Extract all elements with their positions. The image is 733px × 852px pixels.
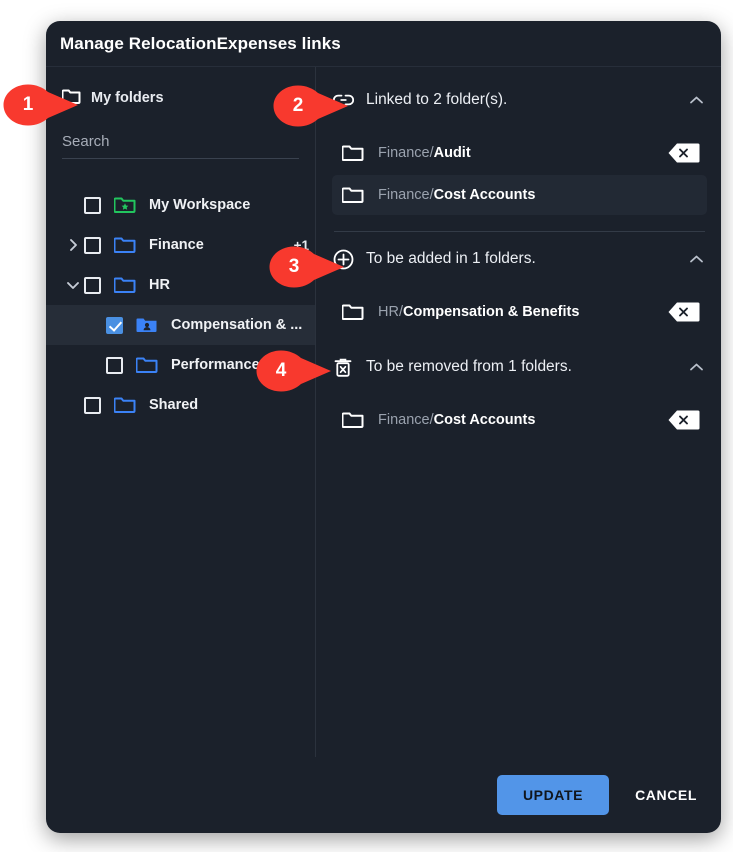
remove-link-button[interactable] <box>667 301 701 323</box>
folder-name: Cost Accounts <box>433 412 536 428</box>
plus-circle-icon <box>332 249 354 270</box>
section-to-add-header[interactable]: To be added in 1 folders. <box>332 242 707 276</box>
folder-parent: Finance/ <box>378 187 434 203</box>
update-button[interactable]: UPDATE <box>496 775 610 815</box>
folder-icon <box>342 144 364 162</box>
links-summary-panel: Linked to 2 folder(s). Finance/Audit Fin… <box>316 67 721 757</box>
section-linked-header[interactable]: Linked to 2 folder(s). <box>332 83 707 117</box>
folder-path: Finance/Audit <box>378 145 667 161</box>
folder-name: Cost Accounts <box>433 187 536 203</box>
folder-icon <box>342 186 364 204</box>
folder-icon <box>136 356 158 374</box>
tree-row-label: My Workspace <box>149 197 251 213</box>
folder-icon <box>114 276 136 294</box>
tree-row-label: Shared <box>149 397 199 413</box>
tree-row-label: Performance Ma... <box>171 357 296 373</box>
my-folders-label: My folders <box>91 90 164 106</box>
folder-path: Finance/Cost Accounts <box>378 187 701 203</box>
folder-icon <box>114 396 136 414</box>
remove-link-button[interactable] <box>667 409 701 431</box>
folder-icon <box>342 411 364 429</box>
folder-path: Finance/Cost Accounts <box>378 412 667 428</box>
folder-path: HR/Compensation & Benefits <box>378 304 667 320</box>
tree-row-label: Compensation & ... <box>171 317 303 333</box>
section-title: To be removed from 1 folders. <box>366 358 572 375</box>
tree-row[interactable]: Shared <box>46 385 315 425</box>
chevron-down-icon[interactable] <box>62 280 84 291</box>
section-divider <box>334 231 705 232</box>
chevron-up-icon[interactable] <box>685 254 707 264</box>
manage-links-dialog: Manage RelocationExpenses links My folde… <box>46 21 721 833</box>
tree-checkbox[interactable] <box>106 356 123 374</box>
my-folders-header[interactable]: My folders <box>46 85 315 111</box>
folder-parent: Finance/ <box>378 145 434 161</box>
screen-root: Manage RelocationExpenses links My folde… <box>0 0 733 852</box>
link-icon <box>332 93 354 107</box>
tree-row[interactable]: Compensation & ... <box>46 305 315 345</box>
tree-row-label: Finance <box>149 237 204 253</box>
search-input[interactable] <box>62 131 299 152</box>
remove-link-button[interactable] <box>667 142 701 164</box>
folder-icon <box>342 303 364 321</box>
child-count-badge: +1 <box>293 237 309 253</box>
folder-shared-icon <box>136 316 158 334</box>
folder-icon <box>61 88 81 109</box>
dialog-body: My folders Search My Workspace Finance +… <box>46 67 721 757</box>
folder-name: Compensation & Benefits <box>402 304 580 320</box>
linked-folder-row[interactable]: Finance/Cost Accounts <box>332 175 707 215</box>
chevron-up-icon[interactable] <box>685 95 707 105</box>
folder-parent: HR/ <box>378 304 403 320</box>
linked-folder-row[interactable]: Finance/Audit <box>332 133 707 173</box>
folder-icon <box>114 236 136 254</box>
cancel-button[interactable]: CANCEL <box>631 775 701 815</box>
dialog-footer: UPDATE CANCEL <box>46 757 721 833</box>
tree-row[interactable]: My Workspace <box>46 185 315 225</box>
tree-checkbox[interactable] <box>84 276 101 294</box>
folder-browser-panel: My folders Search My Workspace Finance +… <box>46 67 316 757</box>
tree-row[interactable]: Performance Ma... <box>46 345 315 385</box>
tree-checkbox[interactable] <box>84 196 101 214</box>
folder-parent: Finance/ <box>378 412 434 428</box>
tree-row-label: HR <box>149 277 170 293</box>
chevron-right-icon[interactable] <box>62 238 84 252</box>
tree-checkbox[interactable] <box>106 316 123 334</box>
section-to-remove-header[interactable]: To be removed from 1 folders. <box>332 350 707 384</box>
tree-row[interactable]: Finance +1 <box>46 225 315 265</box>
trash-x-icon <box>332 357 354 378</box>
folder-star-icon <box>114 196 136 214</box>
folder-tree: My Workspace Finance +1 HR Compensation … <box>46 185 315 757</box>
section-title: To be added in 1 folders. <box>366 250 536 267</box>
folder-name: Audit <box>433 145 471 161</box>
search-field-wrap <box>62 131 299 159</box>
tree-row[interactable]: HR <box>46 265 315 305</box>
chevron-up-icon[interactable] <box>685 362 707 372</box>
section-title: Linked to 2 folder(s). <box>366 91 508 108</box>
tree-checkbox[interactable] <box>84 396 101 414</box>
to-remove-folder-row[interactable]: Finance/Cost Accounts <box>332 400 707 440</box>
to-add-folder-row[interactable]: HR/Compensation & Benefits <box>332 292 707 332</box>
dialog-title: Manage RelocationExpenses links <box>46 21 721 67</box>
tree-checkbox[interactable] <box>84 236 101 254</box>
